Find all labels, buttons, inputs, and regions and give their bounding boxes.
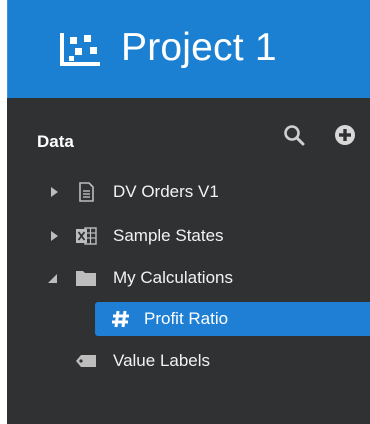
expand-caret-icon[interactable] [48, 186, 60, 198]
search-icon[interactable] [283, 124, 305, 146]
collapse-caret-icon[interactable] [46, 272, 58, 284]
tree-item-label: Profit Ratio [144, 309, 229, 328]
data-panel: Data DV Orders V1 Sample States My Calcu… [7, 98, 370, 424]
tree-item-sample-states[interactable]: Sample States [7, 219, 370, 253]
tree-item-profit-ratio[interactable]: Profit Ratio [95, 302, 370, 336]
tree-item-value-labels[interactable]: Value Labels [7, 344, 370, 378]
expand-caret-icon[interactable] [48, 230, 60, 242]
folder-icon [76, 271, 96, 286]
project-header: Project 1 [7, 0, 370, 98]
project-title: Project 1 [121, 26, 277, 69]
tree-item-label: DV Orders V1 [113, 182, 219, 201]
excel-file-icon [76, 227, 97, 245]
tree-item-dv-orders[interactable]: DV Orders V1 [7, 175, 370, 209]
hash-icon [112, 310, 129, 328]
data-section-title: Data [37, 132, 74, 151]
tag-icon [76, 355, 96, 367]
tree-item-label: My Calculations [113, 268, 233, 287]
scatter-chart-logo-icon [60, 33, 100, 66]
tree-item-label: Sample States [113, 226, 224, 245]
app-frame: Project 1 Data DV Orders V1 Sample State… [0, 0, 370, 424]
document-icon [79, 182, 94, 202]
add-circle-icon[interactable] [334, 124, 356, 146]
tree-item-my-calculations[interactable]: My Calculations [7, 261, 370, 295]
tree-item-label: Value Labels [113, 351, 211, 370]
